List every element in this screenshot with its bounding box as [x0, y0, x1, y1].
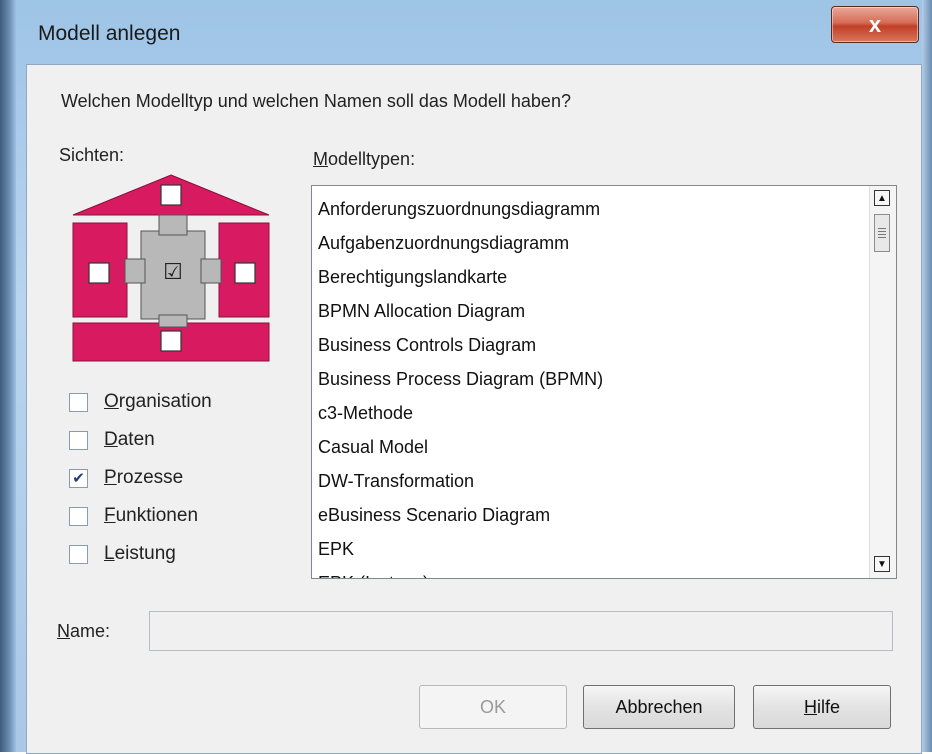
list-item[interactable]: EPK (Instanz) — [312, 566, 868, 578]
house-connector-right — [200, 258, 222, 284]
close-button[interactable]: x — [831, 6, 919, 43]
checkbox-label-rest: eistung — [114, 543, 176, 564]
house-center-check: ☑ — [163, 260, 183, 285]
arrow-down-icon: ▼ — [877, 558, 887, 570]
list-item[interactable]: c3-Methode — [312, 396, 868, 430]
window-edge-left — [0, 0, 16, 752]
question-text: Welchen Modelltyp und welchen Namen soll… — [61, 91, 571, 111]
list-item[interactable]: Berechtigungslandkarte — [312, 260, 868, 294]
grip-line — [878, 228, 886, 229]
name-label-rest: ame: — [70, 621, 111, 641]
view-checkbox-leistung[interactable]: Leistung — [69, 539, 176, 569]
house-box-bottom — [160, 330, 182, 352]
model-types-list: Anforderungszuordnungsdiagramm Aufgabenz… — [312, 186, 868, 578]
checkbox-accel: L — [104, 543, 115, 564]
house-connector-top — [158, 214, 188, 236]
name-input[interactable] — [149, 611, 893, 651]
list-item[interactable]: Casual Model — [312, 430, 868, 464]
help-accel: H — [803, 696, 817, 717]
help-label-rest: ilfe — [816, 696, 840, 717]
list-item[interactable]: EPK — [312, 532, 868, 566]
model-types-listbox[interactable]: Anforderungszuordnungsdiagramm Aufgabenz… — [311, 185, 897, 579]
help-button[interactable]: Hilfe — [753, 685, 891, 729]
checkbox-label: Leistung — [104, 543, 176, 565]
view-checkbox-prozesse[interactable]: ✔ Prozesse — [69, 463, 183, 493]
model-types-accel: M — [313, 149, 328, 169]
checkbox-accel: P — [104, 467, 117, 488]
house-connector-bottom — [158, 314, 188, 328]
model-types-label: Modelltypen: — [313, 149, 415, 170]
checkbox-box[interactable] — [69, 544, 88, 564]
view-checkbox-organisation[interactable]: Organisation — [69, 387, 212, 417]
scroll-down-button[interactable]: ▼ — [874, 556, 890, 572]
close-icon: x — [868, 11, 882, 37]
arrow-up-icon: ▲ — [877, 192, 887, 204]
checkbox-label-rest: aten — [117, 429, 155, 450]
checkbox-label-rest: unktionen — [115, 505, 199, 526]
checkbox-accel: D — [104, 429, 118, 450]
model-types-label-rest: odelltypen: — [328, 149, 416, 169]
view-checkbox-funktionen[interactable]: Funktionen — [69, 501, 198, 531]
scroll-thumb[interactable] — [874, 214, 890, 252]
house-box-top — [160, 184, 182, 206]
checkbox-label: Funktionen — [104, 505, 198, 527]
list-item[interactable]: Business Controls Diagram — [312, 328, 868, 362]
grip-line — [878, 234, 886, 235]
house-connector-left — [124, 258, 146, 284]
cancel-button[interactable]: Abbrechen — [583, 685, 735, 729]
dialog-body: Welchen Modelltyp und welchen Namen soll… — [26, 64, 922, 754]
ok-button[interactable]: OK — [419, 685, 567, 729]
list-item[interactable]: BPMN Allocation Diagram — [312, 294, 868, 328]
list-item[interactable]: Aufgabenzuordnungsdiagramm — [312, 226, 868, 260]
aris-house-icon[interactable]: ☑ — [69, 171, 273, 367]
vertical-scrollbar[interactable]: ▲ ▼ — [869, 186, 896, 578]
window-title: Modell anlegen — [38, 22, 181, 45]
list-item[interactable]: Anforderungszuordnungsdiagramm — [312, 192, 868, 226]
house-box-left — [88, 262, 110, 284]
views-label: Sichten: — [59, 145, 125, 165]
checkbox-label: Organisation — [104, 391, 212, 413]
scroll-up-button[interactable]: ▲ — [874, 190, 890, 206]
view-checkbox-daten[interactable]: Daten — [69, 425, 155, 455]
house-box-right — [234, 262, 256, 284]
checkbox-label: Daten — [104, 429, 155, 451]
list-item[interactable]: eBusiness Scenario Diagram — [312, 498, 868, 532]
title-bar[interactable]: Modell anlegen x — [16, 0, 922, 64]
checkbox-accel: F — [104, 505, 116, 526]
checkbox-label: Prozesse — [104, 467, 183, 489]
checkbox-accel: O — [104, 391, 119, 412]
grip-line — [878, 231, 886, 232]
checkbox-box[interactable] — [69, 392, 88, 412]
checkbox-label-rest: rozesse — [116, 467, 184, 488]
checkbox-box[interactable] — [69, 430, 88, 450]
window-frame: Modell anlegen x Welchen Modelltyp und w… — [0, 0, 932, 754]
name-label: Name: — [57, 621, 110, 642]
list-item[interactable]: Business Process Diagram (BPMN) — [312, 362, 868, 396]
grip-line — [878, 237, 886, 238]
list-item[interactable]: DW-Transformation — [312, 464, 868, 498]
checkbox-box[interactable] — [69, 506, 88, 526]
checkbox-box[interactable]: ✔ — [69, 468, 88, 488]
window-edge-right — [922, 0, 932, 752]
checkbox-label-rest: rganisation — [118, 391, 212, 412]
name-label-accel: N — [57, 621, 70, 641]
